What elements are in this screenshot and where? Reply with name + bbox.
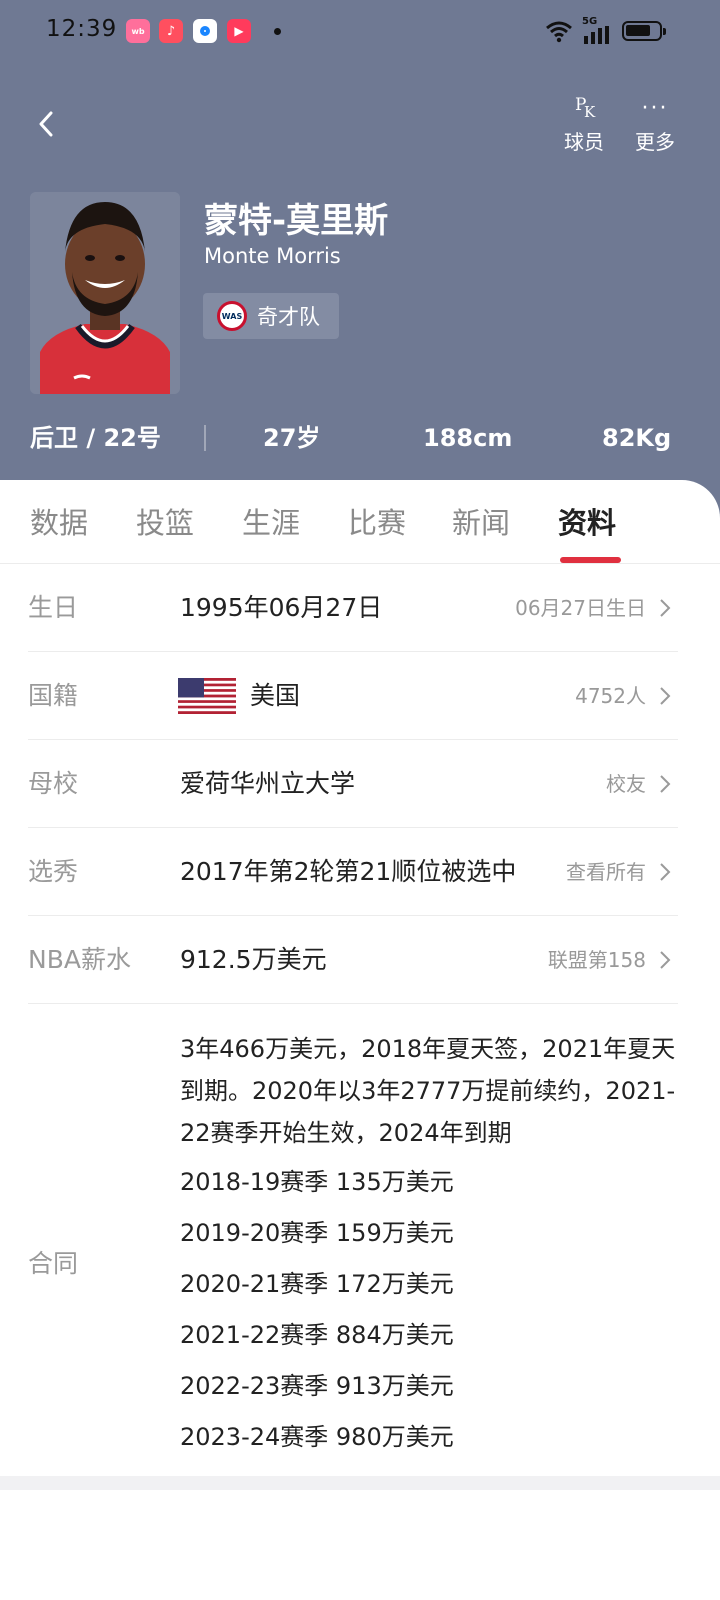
player-portrait-image (30, 192, 180, 394)
team-name: 奇才队 (257, 305, 320, 329)
nationality-row[interactable]: 国籍 美国 4752人 (28, 652, 678, 740)
notification-dot-icon (274, 28, 281, 35)
wifi-icon (546, 21, 572, 43)
more-label: 更多 (635, 130, 675, 154)
position-number: 后卫 / 22号 (30, 424, 161, 452)
birthday-label: 生日 (28, 593, 79, 622)
chevron-right-icon (660, 863, 671, 881)
active-tab-indicator (560, 557, 621, 563)
draft-label: 选秀 (28, 857, 79, 886)
tab-shooting[interactable]: 投篮 (136, 500, 194, 542)
stats-divider (204, 425, 206, 451)
tab-career[interactable]: 生涯 (242, 500, 300, 542)
nationality-value: 美国 (250, 681, 301, 710)
nationality-extra: 4752人 (575, 684, 646, 708)
player-name-english: Monte Morris (204, 244, 341, 268)
profile-info-list: 生日 1995年06月27日 06月27日生日 国籍 美国 4752人 母校 爱… (28, 564, 678, 1478)
video-app-icon: ▶ (227, 19, 251, 43)
nationality-label: 国籍 (28, 681, 79, 710)
weibo-app-icon: wb (126, 19, 150, 43)
player-age: 27岁 (263, 424, 321, 452)
browser-app-icon (193, 19, 217, 43)
birthday-row[interactable]: 生日 1995年06月27日 06月27日生日 (28, 564, 678, 652)
back-button[interactable] (26, 104, 66, 144)
draft-value: 2017年第2轮第21顺位被选中 (180, 857, 517, 886)
chevron-right-icon (660, 951, 671, 969)
contract-year-item: 2022-23赛季 913万美元 (180, 1372, 454, 1400)
status-time: 12:39 (46, 16, 118, 42)
chevron-left-icon (39, 111, 53, 137)
college-label: 母校 (28, 769, 79, 798)
content-card: 数据 投篮 生涯 比赛 新闻 资料 生日 1995年06月27日 06月27日生… (0, 480, 720, 1600)
birthday-value: 1995年06月27日 (180, 593, 383, 622)
college-extra: 校友 (606, 772, 646, 796)
player-stats-row: 后卫 / 22号 27岁 188cm 82Kg (0, 418, 720, 458)
contract-summary: 3年466万美元，2018年夏天签，2021年夏天到期。2020年以3年2777… (180, 1035, 676, 1147)
contract-year-item: 2021-22赛季 884万美元 (180, 1321, 454, 1349)
tab-profile[interactable]: 资料 (558, 500, 616, 542)
chevron-right-icon (660, 775, 671, 793)
contract-year-item: 2023-24赛季 980万美元 (180, 1423, 454, 1451)
player-photo (30, 192, 180, 394)
status-bar: 12:39 wb ♪ ▶ 5G (0, 0, 720, 64)
contract-row: 合同 3年466万美元，2018年夏天签，2021年夏天到期。2020年以3年2… (28, 1004, 678, 1478)
section-divider (0, 1476, 720, 1490)
compare-players-button[interactable]: PK 球员 (552, 94, 616, 155)
player-height: 188cm (423, 424, 513, 452)
tab-games[interactable]: 比赛 (348, 500, 406, 542)
birthday-extra: 06月27日生日 (515, 596, 646, 620)
cellular-signal-icon: 5G (582, 16, 612, 44)
chevron-right-icon (660, 599, 671, 617)
team-badge[interactable]: WAS 奇才队 (203, 293, 339, 339)
tab-bar: 数据 投篮 生涯 比赛 新闻 资料 (0, 480, 720, 564)
salary-extra: 联盟第158 (547, 948, 646, 972)
player-header: 12:39 wb ♪ ▶ 5G PK 球员 ··· 更多 蒙特-莫里斯 Mont… (0, 0, 720, 540)
music-app-icon: ♪ (159, 19, 183, 43)
us-flag-icon (178, 678, 236, 714)
draft-extra: 查看所有 (566, 860, 646, 884)
pk-icon: PK (575, 95, 596, 121)
tab-news[interactable]: 新闻 (452, 500, 510, 542)
salary-value: 912.5万美元 (180, 945, 327, 974)
college-row[interactable]: 母校 爱荷华州立大学 校友 (28, 740, 678, 828)
draft-row[interactable]: 选秀 2017年第2轮第21顺位被选中 查看所有 (28, 828, 678, 916)
player-weight: 82Kg (602, 424, 672, 452)
compare-players-label: 球员 (564, 130, 604, 154)
contract-years-list: 2018-19赛季 135万美元 2019-20赛季 159万美元 2020-2… (180, 1162, 454, 1468)
contract-label: 合同 (28, 1249, 79, 1278)
salary-row[interactable]: NBA薪水 912.5万美元 联盟第158 (28, 916, 678, 1004)
more-icon: ··· (641, 96, 669, 121)
college-value: 爱荷华州立大学 (180, 769, 356, 798)
chevron-right-icon (660, 687, 671, 705)
more-button[interactable]: ··· 更多 (623, 94, 687, 155)
wizards-team-logo-icon: WAS (217, 301, 247, 331)
contract-year-item: 2018-19赛季 135万美元 (180, 1168, 454, 1196)
contract-year-item: 2019-20赛季 159万美元 (180, 1219, 454, 1247)
battery-icon (622, 21, 666, 41)
player-name-chinese: 蒙特-莫里斯 (204, 201, 389, 241)
tab-data[interactable]: 数据 (30, 500, 88, 542)
salary-label: NBA薪水 (28, 945, 131, 974)
contract-year-item: 2020-21赛季 172万美元 (180, 1270, 454, 1298)
